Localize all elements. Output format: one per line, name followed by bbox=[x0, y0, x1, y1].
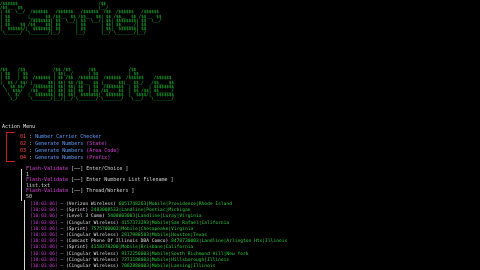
log-timestamp: [10:03:06] bbox=[30, 220, 58, 226]
menu-title: Action Menu bbox=[2, 124, 36, 130]
log-carrier: (Sprint) bbox=[65, 245, 89, 251]
menu-item-label: Generate Numbers bbox=[35, 155, 84, 161]
menu-item-label: Generate Numbers bbox=[35, 141, 84, 147]
log-row: [10:03:06] — (Sprint) 4158370200|Mobile|… bbox=[30, 245, 194, 251]
log-detail: 4158370200|Mobile|Brisbane|California bbox=[90, 245, 194, 251]
log-carrier: (Verizon Wireless) bbox=[65, 202, 116, 207]
log-row: [10:03:06] — (Cingular Wireless) 4157373… bbox=[30, 220, 230, 226]
log-row: [10:03:06] — (Verizon Wireless) 60517482… bbox=[30, 202, 232, 207]
log-timestamp: [10:03:06] bbox=[30, 208, 58, 214]
menu-item-2[interactable]: 02 : Generate Numbers (State) bbox=[20, 141, 107, 147]
log-carrier: (Cingular Wireless) bbox=[65, 233, 119, 238]
log-row: [10:03:06] — (Cingular Wireless) 7082880… bbox=[30, 264, 216, 269]
log-carrier: (Cingular Wireless) bbox=[65, 251, 119, 257]
log-carrier: (Sprint) bbox=[65, 208, 89, 214]
log-detail: 7373188003|Mobile|Hillsborough|Illinois bbox=[121, 257, 230, 263]
log-carrier: (Level 3 Comm) bbox=[65, 214, 105, 220]
log-timestamp: [10:03:06] bbox=[30, 245, 58, 251]
log-row: [10:03:06] — (Cingular Wireless) 7373188… bbox=[30, 257, 230, 263]
log-detail: 2483008533|Landline|Pontiac|Michigan bbox=[90, 208, 191, 214]
log-detail: 9172250003|Mobile|South Richmond Hill|Ne… bbox=[121, 251, 249, 257]
log-detail: 7575700003|Mobile|Chesapeake|Virginia bbox=[90, 226, 194, 232]
log-row: [10:03:06] — (Cingular Wireless) 9172250… bbox=[30, 251, 249, 257]
menu-bracket bbox=[6, 132, 15, 162]
log-detail: 5408003003|Landline|Luray|Virginia bbox=[107, 214, 202, 220]
log-row: [10:03:06] — (Level 3 Comm) 5408003003|L… bbox=[30, 214, 202, 220]
log-detail: 4157373393|Mobile|San Rafael|California bbox=[121, 220, 230, 226]
menu-item-3[interactable]: 03 : Generate Numbers (Area Code) bbox=[20, 148, 119, 154]
menu-item-label: Generate Numbers bbox=[35, 148, 84, 154]
log-carrier: (Comcast Phone Of Illinois DBA Comco) bbox=[65, 239, 169, 245]
log-carrier: (Sprint) bbox=[65, 226, 89, 232]
log-row: [10:03:06] — (Comcast Phone Of Illinois … bbox=[30, 239, 288, 245]
log-row: [10:03:06] — (Sprint) 7575700003|Mobile|… bbox=[30, 226, 194, 232]
menu-item-extra: (Prefix) bbox=[86, 155, 111, 161]
log-detail: 8478730003|Landline|Arlington Hts|Illino… bbox=[171, 239, 288, 245]
log-timestamp: [10:03:06] bbox=[30, 214, 58, 220]
prompt-threads: Flash-Validate [──] Thread/Workers ] bbox=[26, 188, 135, 194]
log-detail: 6051748263|Mobile|Providence|Rhode Islan… bbox=[118, 202, 232, 207]
menu-item-label: Number Carrier Checker bbox=[35, 134, 102, 140]
prompt-choice: Flash-Validate [──] Enter/Choice ] bbox=[26, 166, 129, 172]
menu-item-extra: (Area Code) bbox=[86, 148, 120, 154]
menu-item-4[interactable]: 04 : Generate Numbers (Prefix) bbox=[20, 155, 110, 161]
log-carrier: (Cingular Wireless) bbox=[65, 264, 119, 269]
log-row: [10:03:06] — (Sprint) 2483008533|Landlin… bbox=[30, 208, 191, 214]
log-timestamp: [10:03:06] bbox=[30, 257, 58, 263]
log-timestamp: [10:03:06] bbox=[30, 202, 58, 207]
log-carrier: (Cingular Wireless) bbox=[65, 220, 119, 226]
log-timestamp: [10:03:06] bbox=[30, 251, 58, 257]
log-timestamp: [10:03:06] bbox=[30, 264, 58, 269]
log-row: [10:03:06] — (Cingular Wireless) 2817988… bbox=[30, 233, 208, 238]
menu-item-1[interactable]: 01 : Number Carrier Checker bbox=[20, 134, 101, 140]
banner-validate-ascii: /$$ /$$ /$$ /$$ /$$ /$$ | $$ | $$ | $$|_… bbox=[0, 67, 174, 102]
log-detail: 2817988503|Mobile|Houston|Texas bbox=[121, 233, 208, 238]
log-timestamp: [10:03:06] bbox=[30, 233, 58, 238]
log-timestamp: [10:03:06] bbox=[30, 239, 58, 245]
log-detail: 7082880003|Mobile|Lansing|Illinois bbox=[121, 264, 216, 269]
log-timestamp: [10:03:06] bbox=[30, 226, 58, 232]
menu-item-extra: (State) bbox=[86, 141, 108, 147]
log-carrier: (Cingular Wireless) bbox=[65, 257, 119, 263]
banner-carrier-ascii: /$$$$$$ /$$ /$$__ $$ |__/ | $$ \__/ /$$$… bbox=[0, 1, 162, 36]
